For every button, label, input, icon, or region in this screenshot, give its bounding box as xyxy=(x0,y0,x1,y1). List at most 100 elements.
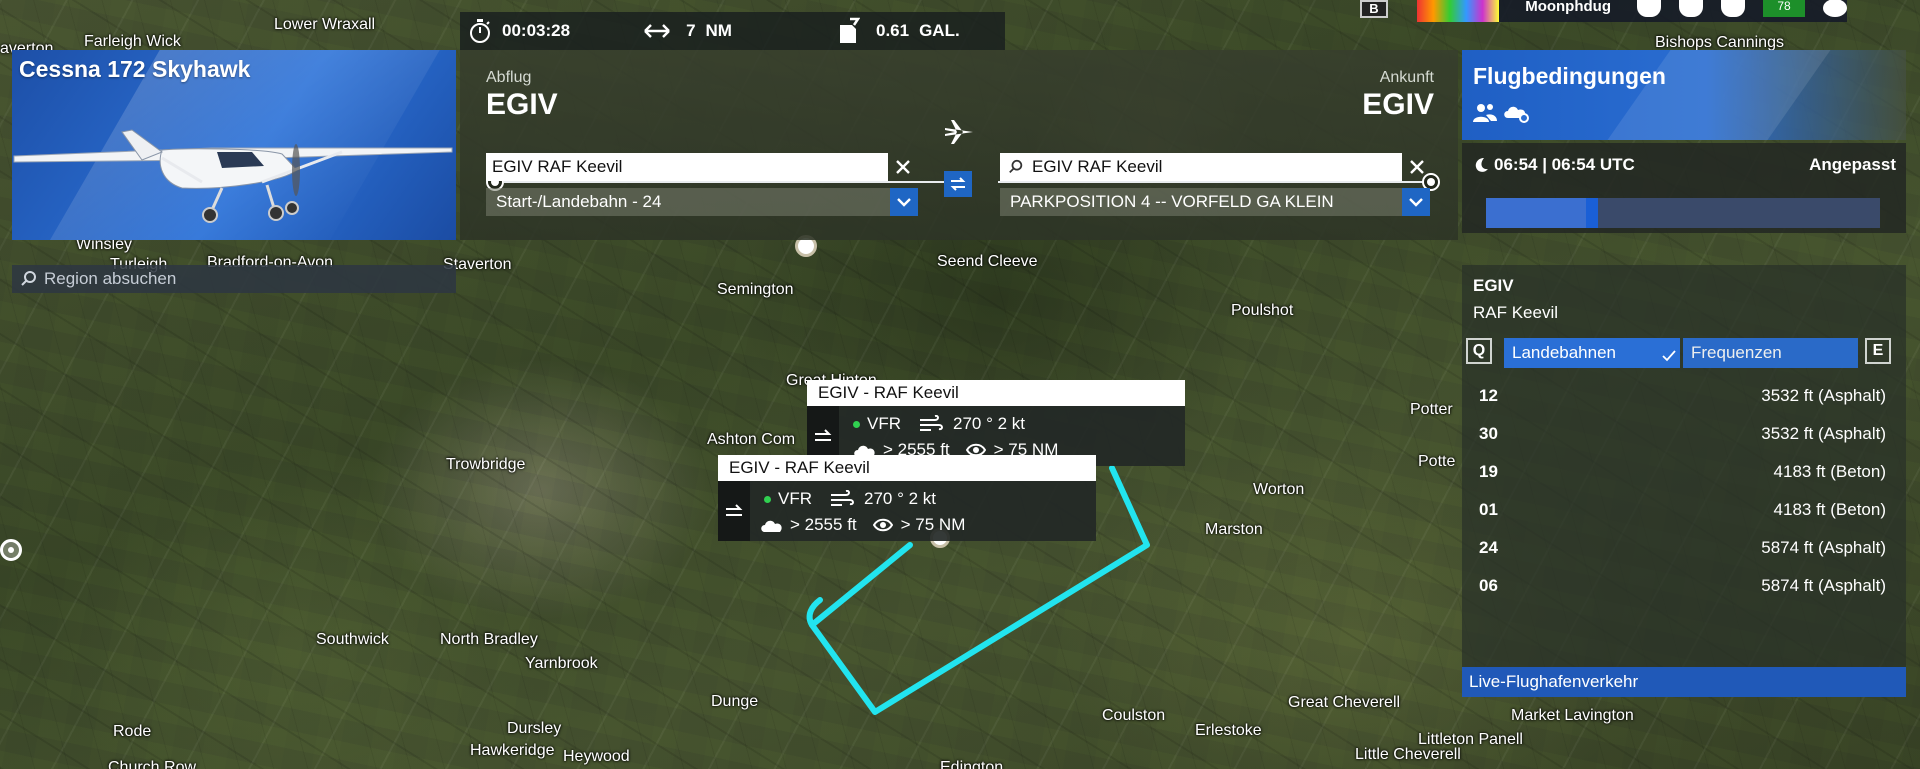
runway-length: 3532 ft (Asphalt) xyxy=(1761,424,1886,443)
runway-length: 3532 ft (Asphalt) xyxy=(1761,386,1886,405)
close-icon xyxy=(896,160,910,174)
passengers-icon xyxy=(1473,104,1497,122)
runway-length: 5874 ft (Asphalt) xyxy=(1761,538,1886,557)
arrival-code: EGIV xyxy=(1362,88,1434,121)
region-search-input[interactable] xyxy=(44,269,444,289)
runway-row[interactable]: 06 5874 ft (Asphalt) xyxy=(1462,567,1906,605)
arrival-parking-select[interactable]: PARKPOSITION 4 -- VORFELD GA KLEIN xyxy=(1000,188,1402,216)
user-profile[interactable]: Moonphdug 78 xyxy=(1417,0,1847,22)
wind-value: 270 ° 2 kt xyxy=(953,414,1026,433)
chat-icon[interactable] xyxy=(1721,0,1745,17)
arrival-label: Ankunft xyxy=(1379,69,1434,86)
close-icon xyxy=(1410,160,1424,174)
region-search[interactable] xyxy=(12,265,456,293)
stopwatch-icon xyxy=(470,19,490,43)
ceiling-value: > 2555 ft xyxy=(790,515,857,534)
flight-stats-bar: 00:03:28 7 NM 0.61 GAL. xyxy=(460,12,1005,50)
key-hint-b: B xyxy=(1360,0,1388,18)
airport-weather-popup[interactable]: EGIV - RAF Keevil VFR 270 ° 2 kt > 2555 … xyxy=(807,380,1185,466)
airport-weather-popup[interactable]: EGIV - RAF Keevil VFR 270 ° 2 kt > 2555 … xyxy=(718,455,1096,541)
live-airport-traffic-button[interactable]: Live-Flughafenverkehr xyxy=(1462,667,1906,697)
departure-search-input[interactable]: EGIV RAF Keevil xyxy=(486,153,888,181)
time-of-day-panel: 06:54 | 06:54 UTC Angepasst xyxy=(1462,143,1906,233)
tab-frequencies-label: Frequenzen xyxy=(1691,343,1782,362)
wind-icon xyxy=(831,490,854,506)
departure-runway-dropdown[interactable] xyxy=(890,188,918,216)
cloud-icon xyxy=(761,520,782,532)
popup-weather-row: VFR 270 ° 2 kt xyxy=(764,489,936,509)
flight-conditions-card[interactable]: Flugbedingungen xyxy=(1462,50,1906,140)
aircraft-card[interactable]: Cessna 172 Skyhawk xyxy=(12,50,456,240)
runway-id: 01 xyxy=(1479,500,1498,519)
time-slider-thumb[interactable] xyxy=(1586,198,1598,228)
flight-plan-panel: Abflug EGIV Ankunft EGIV EGIV RAF Keevil… xyxy=(460,50,1458,240)
distance-unit: NM xyxy=(705,21,732,40)
swap-airports-button[interactable] xyxy=(944,171,972,197)
timer-stat: 00:03:28 xyxy=(468,18,570,44)
timer-value: 00:03:28 xyxy=(502,21,571,40)
popup-ceiling-row: > 2555 ft > 75 NM xyxy=(760,515,965,535)
runway-id: 24 xyxy=(1479,538,1498,557)
time-slider[interactable] xyxy=(1486,198,1880,228)
gear-icon[interactable] xyxy=(1823,0,1847,17)
popup-title: EGIV - RAF Keevil xyxy=(718,455,1096,481)
fuel-stat: 0.61 GAL. xyxy=(836,17,960,45)
departure-label: Abflug xyxy=(486,69,532,86)
distance-arrows-icon xyxy=(644,24,670,38)
tab-frequencies[interactable]: Frequenzen xyxy=(1683,338,1858,368)
swap-icon xyxy=(950,177,966,191)
key-hint-e[interactable]: E xyxy=(1865,338,1891,364)
runway-id: 12 xyxy=(1479,386,1498,405)
runway-length: 4183 ft (Beton) xyxy=(1773,500,1886,519)
flight-rules: VFR xyxy=(778,489,812,508)
distance-stat: 7 NM xyxy=(642,21,732,41)
departure-clear-button[interactable] xyxy=(890,153,916,181)
avatar[interactable] xyxy=(1417,0,1500,22)
airport-name: RAF Keevil xyxy=(1473,303,1559,322)
departure-runway-value: Start-/Landebahn - 24 xyxy=(496,192,662,211)
location-marker[interactable] xyxy=(0,539,22,561)
aircraft-image xyxy=(13,129,453,223)
runway-row[interactable]: 24 5874 ft (Asphalt) xyxy=(1462,529,1906,567)
runway-id: 06 xyxy=(1479,576,1498,595)
notification-bell-icon[interactable] xyxy=(1637,0,1661,17)
search-icon xyxy=(21,271,36,286)
wind-value: 270 ° 2 kt xyxy=(864,489,937,508)
popup-body: VFR 270 ° 2 kt > 2555 ft > 75 NM xyxy=(718,481,1096,541)
route-line xyxy=(998,181,1424,183)
runway-row[interactable]: 01 4183 ft (Beton) xyxy=(1462,491,1906,529)
vfr-status-dot xyxy=(853,420,860,428)
conditions-title: Flugbedingungen xyxy=(1473,63,1666,89)
search-icon xyxy=(1009,159,1023,173)
tab-runways[interactable]: Landebahnen xyxy=(1504,338,1680,368)
aircraft-name: Cessna 172 Skyhawk xyxy=(19,56,251,82)
runway-icon xyxy=(718,481,750,541)
popup-title: EGIV - RAF Keevil xyxy=(807,380,1185,406)
time-slider-fill xyxy=(1486,198,1592,228)
departure-runway-select[interactable]: Start-/Landebahn - 24 xyxy=(486,188,890,216)
arrival-parking-dropdown[interactable] xyxy=(1402,188,1430,216)
fuel-value: 0.61 xyxy=(875,21,910,40)
arrival-clear-button[interactable] xyxy=(1404,153,1430,181)
arrival-parking-value: PARKPOSITION 4 -- VORFELD GA KLEIN xyxy=(1010,192,1334,211)
popup-weather-row: VFR 270 ° 2 kt xyxy=(853,414,1025,434)
arrival-search-value: EGIV RAF Keevil xyxy=(1032,157,1163,176)
runway-length: 4183 ft (Beton) xyxy=(1773,462,1886,481)
runway-row[interactable]: 30 3532 ft (Asphalt) xyxy=(1462,415,1906,453)
departure-code: EGIV xyxy=(486,88,558,121)
departure-search-value: EGIV RAF Keevil xyxy=(492,157,623,176)
runway-row[interactable]: 19 4183 ft (Beton) xyxy=(1462,453,1906,491)
route-line xyxy=(504,181,960,183)
runway-length: 5874 ft (Asphalt) xyxy=(1761,576,1886,595)
username: Moonphdug xyxy=(1525,0,1611,15)
friends-icon[interactable] xyxy=(1679,0,1703,17)
eye-icon xyxy=(872,518,893,532)
arrival-search-input[interactable]: EGIV RAF Keevil xyxy=(1000,153,1402,181)
fuel-unit: GAL. xyxy=(919,21,960,40)
vfr-status-dot xyxy=(764,495,771,503)
checkmark-icon xyxy=(1662,350,1676,362)
key-hint-q[interactable]: Q xyxy=(1466,338,1492,364)
runway-id: 19 xyxy=(1479,462,1498,481)
runway-row[interactable]: 12 3532 ft (Asphalt) xyxy=(1462,377,1906,415)
airport-info-panel: EGIV RAF Keevil Q Landebahnen Frequenzen… xyxy=(1462,265,1906,697)
